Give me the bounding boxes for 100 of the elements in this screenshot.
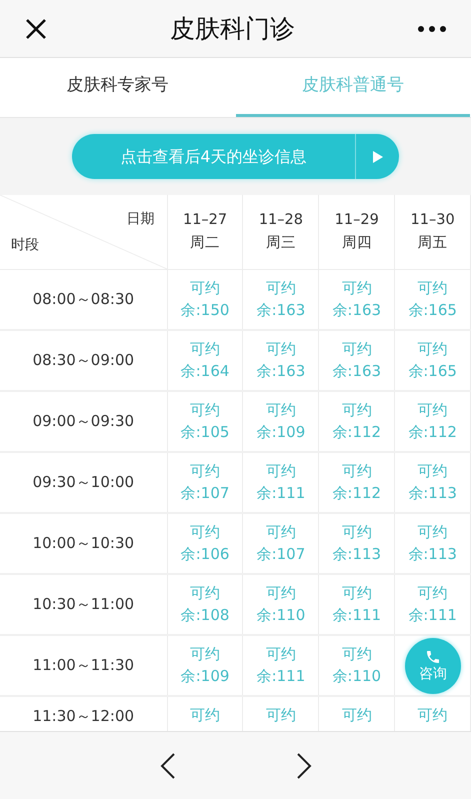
weekday-text: 周三 <box>266 234 296 253</box>
status-text: 可约 <box>418 583 448 604</box>
slot-cell[interactable]: 可约 余:107 <box>243 514 320 573</box>
remaining-text: 余:163 <box>256 361 306 382</box>
slot-cell[interactable]: 可约 余:164 <box>168 331 244 390</box>
remaining-text: 余:109 <box>180 666 230 687</box>
status-text: 可约 <box>266 461 296 482</box>
slot-cell[interactable]: 可约 余:110 <box>243 575 320 634</box>
status-text: 可约 <box>342 583 372 604</box>
slot-cell[interactable]: 可约 余:111 <box>395 575 471 634</box>
remaining-text: 余:112 <box>408 422 457 443</box>
status-text: 可约 <box>266 705 296 726</box>
slot-cell[interactable]: 可约 余:165 <box>395 270 471 329</box>
slot-cell[interactable]: 可约 余:109 <box>168 636 244 695</box>
slot-cell[interactable]: 可约 余:113 <box>395 514 471 573</box>
slot-cell[interactable]: 可约 余:165 <box>395 331 471 390</box>
status-text: 可约 <box>190 339 220 360</box>
remaining-text: 余:164 <box>180 361 230 382</box>
time-cell: 09:30～10:00 <box>0 453 168 512</box>
time-cell: 10:00～10:30 <box>0 514 168 573</box>
status-text: 可约 <box>342 522 372 543</box>
remaining-text: 余:113 <box>332 544 382 565</box>
close-icon[interactable] <box>24 16 48 40</box>
slot-cell[interactable]: 可约 余:150 <box>168 270 244 329</box>
status-text: 可约 <box>342 644 372 665</box>
phone-icon <box>425 649 442 665</box>
date-text: 11–28 <box>258 211 303 230</box>
slot-cell[interactable]: 可约 余:108 <box>168 575 244 634</box>
remaining-text: 余:113 <box>408 483 457 504</box>
status-text: 可约 <box>342 278 372 299</box>
status-text: 可约 <box>190 522 220 543</box>
remaining-text: 余:111 <box>408 605 457 626</box>
slot-cell[interactable]: 可约 余:111 <box>243 636 320 695</box>
remaining-text: 余:109 <box>256 422 306 443</box>
status-text: 可约 <box>190 583 220 604</box>
slot-cell[interactable]: 可约 余:105 <box>168 392 244 451</box>
slot-cell[interactable]: 可约 余:109 <box>243 392 320 451</box>
remaining-text: 余:110 <box>256 605 306 626</box>
slot-cell[interactable]: 可约 余:111 <box>319 575 396 634</box>
status-text: 可约 <box>342 705 372 726</box>
remaining-text: 余:111 <box>256 483 306 504</box>
status-text: 可约 <box>190 644 220 665</box>
view-more-button[interactable]: 点击查看后4天的坐诊信息 <box>72 134 399 179</box>
status-text: 可约 <box>266 400 296 421</box>
more-icon[interactable] <box>417 24 447 32</box>
status-text: 可约 <box>266 644 296 665</box>
status-text: 可约 <box>190 461 220 482</box>
slot-cell[interactable]: 可约 余:106 <box>168 514 244 573</box>
remaining-text: 余:112 <box>332 483 382 504</box>
tab[interactable]: 皮肤科普通号 <box>236 58 470 117</box>
slot-cell[interactable]: 可约 余:113 <box>319 514 396 573</box>
remaining-text: 余:111 <box>256 666 306 687</box>
time-cell: 08:30～09:00 <box>0 331 168 390</box>
status-text: 可约 <box>418 400 448 421</box>
status-text: 可约 <box>266 339 296 360</box>
slot-cell[interactable]: 可约 余:163 <box>243 270 320 329</box>
date-label: 日期 <box>126 210 155 229</box>
remaining-text: 余:106 <box>180 544 230 565</box>
status-text: 可约 <box>266 278 296 299</box>
remaining-text: 余:107 <box>256 544 306 565</box>
slot-cell[interactable]: 可约 余:163 <box>243 331 320 390</box>
remaining-text: 余:110 <box>332 666 382 687</box>
slot-cell[interactable]: 可约 余:107 <box>168 453 244 512</box>
remaining-text: 余:165 <box>408 300 457 321</box>
slot-cell[interactable]: 可约 余:163 <box>319 331 396 390</box>
remaining-text: 余:113 <box>408 544 457 565</box>
slot-cell[interactable]: 可约 余:163 <box>319 270 396 329</box>
slot-cell[interactable]: 可约 余:111 <box>243 453 320 512</box>
status-text: 可约 <box>266 583 296 604</box>
status-text: 可约 <box>418 705 448 726</box>
remaining-text: 余:105 <box>180 422 230 443</box>
window-title: 皮肤科门诊 <box>170 12 295 45</box>
time-cell: 08:00～08:30 <box>0 270 168 329</box>
slot-cell[interactable]: 可约 余:113 <box>395 453 471 512</box>
remaining-text: 余:112 <box>332 422 382 443</box>
remaining-text: 余:107 <box>180 483 230 504</box>
slot-cell[interactable]: 可约 余:112 <box>319 392 396 451</box>
forward-icon[interactable] <box>296 752 312 780</box>
date-text: 11–27 <box>182 211 228 230</box>
time-label: 时段 <box>11 236 39 255</box>
remaining-text: 余:150 <box>180 300 230 321</box>
slot-cell[interactable]: 可约 余:110 <box>319 636 396 695</box>
weekday-text: 周五 <box>418 234 448 253</box>
remaining-text: 余:108 <box>180 605 230 626</box>
consult-button[interactable]: 咨询 <box>405 638 462 694</box>
status-text: 可约 <box>266 522 296 543</box>
status-text: 可约 <box>342 400 372 421</box>
slot-cell[interactable]: 可约 余:112 <box>395 392 471 451</box>
slot-cell[interactable]: 可约 余:112 <box>319 453 396 512</box>
play-icon <box>372 150 382 162</box>
tab[interactable]: 皮肤科专家号 <box>0 58 234 117</box>
status-text: 可约 <box>190 400 220 421</box>
remaining-text: 余:165 <box>408 361 457 382</box>
time-cell: 11:00～11:30 <box>0 636 168 695</box>
status-text: 可约 <box>418 522 448 543</box>
status-text: 可约 <box>190 278 220 299</box>
remaining-text: 余:163 <box>332 300 382 321</box>
back-icon[interactable] <box>160 752 176 780</box>
status-text: 可约 <box>418 339 448 360</box>
status-text: 可约 <box>190 705 220 726</box>
